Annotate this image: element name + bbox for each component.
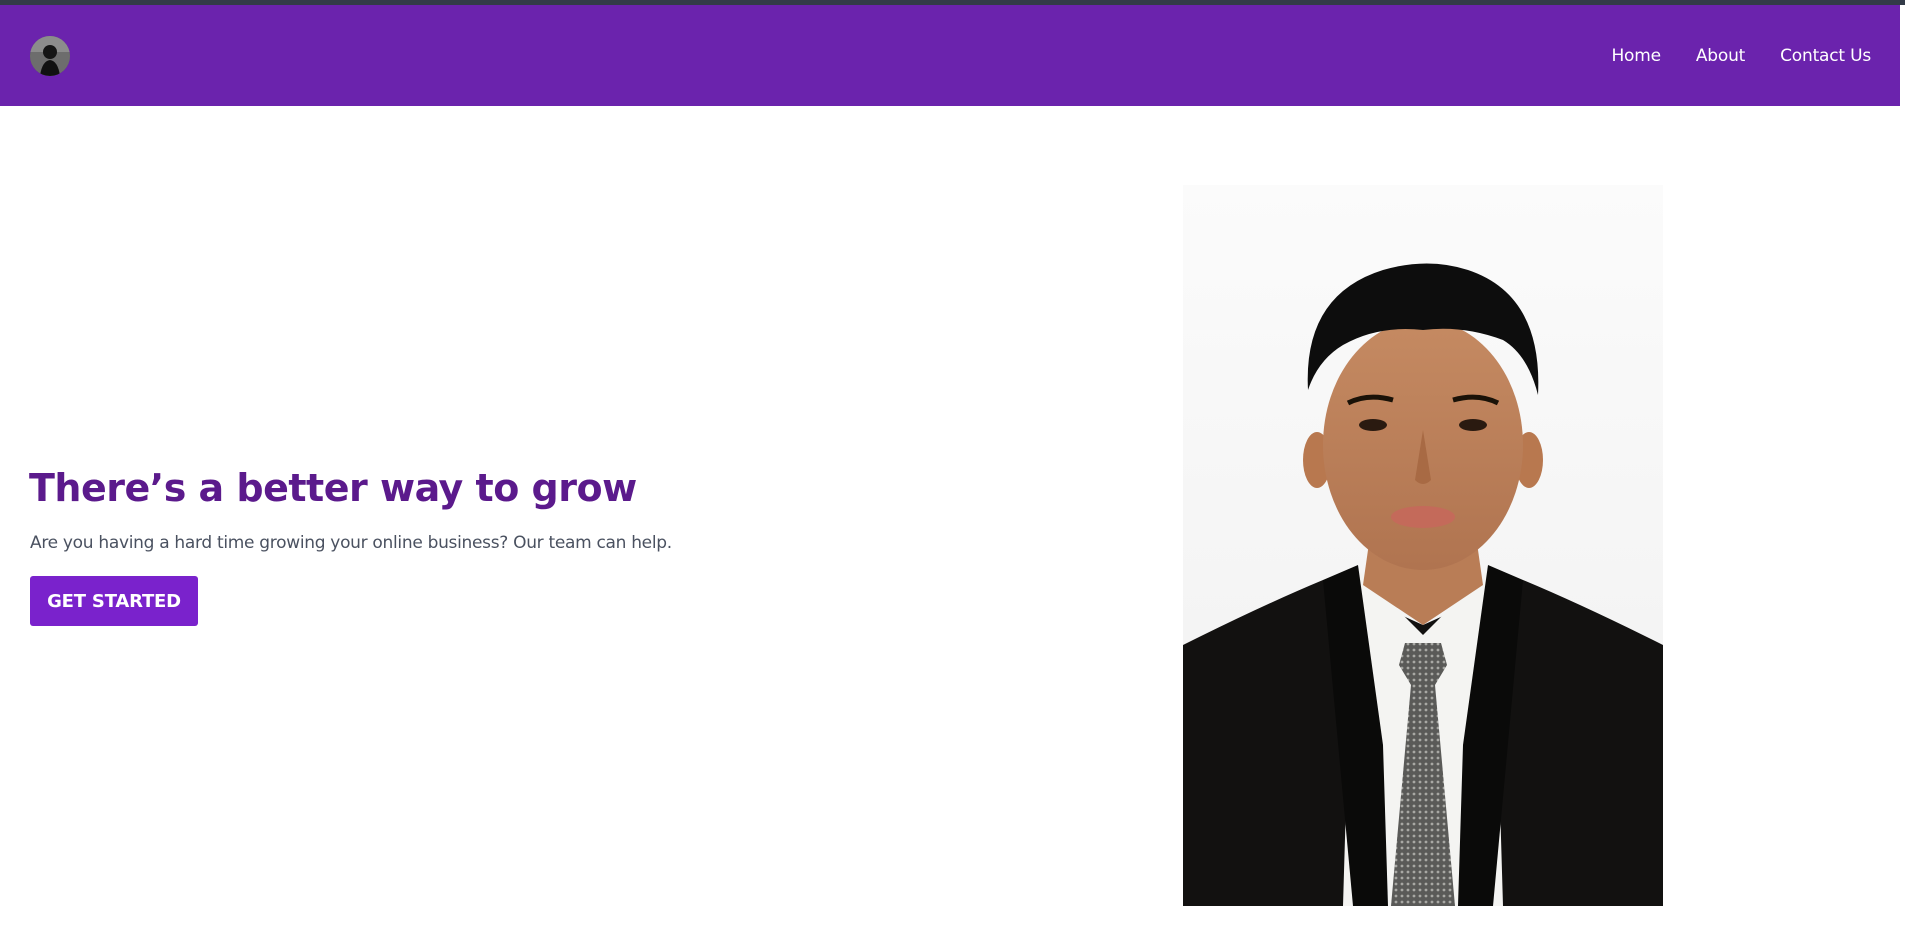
primary-nav: Home About Contact Us (1611, 5, 1871, 106)
nav-contact-link[interactable]: Contact Us (1780, 46, 1871, 66)
nav-home-link[interactable]: Home (1611, 46, 1661, 66)
nav-about-link[interactable]: About (1696, 46, 1745, 66)
hero-subtitle: Are you having a hard time growing your … (30, 533, 672, 553)
avatar-logo-icon[interactable] (30, 36, 70, 76)
portrait-photo (1183, 185, 1663, 906)
get-started-button[interactable]: GET STARTED (30, 576, 198, 626)
hero-title: There’s a better way to grow (29, 466, 637, 510)
